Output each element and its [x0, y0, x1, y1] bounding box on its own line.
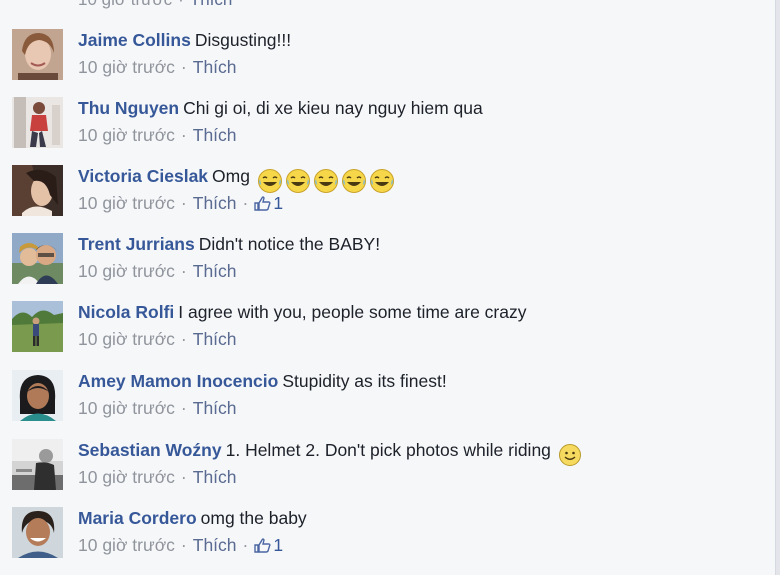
laughing-crying-emoji — [313, 169, 338, 194]
emoji-group — [558, 442, 584, 467]
separator-dot: · — [180, 261, 187, 281]
comment-meta: 10 giờ trước · Thích — [78, 327, 237, 351]
comment-meta: 10 giờ trước · Thích — [78, 55, 237, 79]
comment-text: I agree with you, people some time are c… — [178, 302, 527, 322]
thumbs-up-icon — [254, 538, 271, 553]
comment-body: Maria Cordero omg the baby — [78, 506, 307, 530]
comment-item: Nicola Rolfi I agree with you, people som… — [12, 301, 752, 357]
like-count-value: 1 — [273, 193, 284, 213]
comment-body: Victoria Cieslak Omg — [78, 164, 397, 194]
avatar[interactable] — [12, 233, 63, 284]
comment-item: Thu Nguyen Chi gi oi, di xe kieu nay nguy… — [12, 97, 752, 153]
comment-meta: 10 giờ trước · Thích · 1 — [78, 191, 283, 215]
separator-dot: · — [180, 535, 187, 555]
comment-text: 1. Helmet 2. Don't pick photos while rid… — [225, 440, 551, 460]
like-link[interactable]: Thích — [193, 535, 237, 555]
separator-dot: · — [180, 193, 187, 213]
comment-time[interactable]: 10 giờ trước — [78, 193, 175, 213]
avatar[interactable] — [12, 165, 63, 216]
avatar[interactable] — [12, 507, 63, 558]
comment-time[interactable]: 10 giờ trước — [78, 261, 175, 281]
comment-item: Trent Jurrians Didn't notice the BABY! 10… — [12, 233, 752, 289]
avatar[interactable] — [12, 97, 63, 148]
comment-author-link[interactable]: Trent Jurrians — [78, 234, 195, 254]
avatar[interactable] — [12, 439, 63, 490]
like-link[interactable]: Thích — [193, 329, 237, 349]
laughing-crying-emoji — [285, 169, 310, 194]
comment-body: Thu Nguyen Chi gi oi, di xe kieu nay nguy… — [78, 96, 483, 120]
comment-author-link[interactable]: Thu Nguyen — [78, 98, 179, 118]
comment-meta: 10 giờ trước · Thích · 1 — [78, 533, 283, 557]
separator-dot: · — [180, 57, 187, 77]
separator-dot: · — [180, 467, 187, 487]
laughing-crying-emoji — [369, 169, 394, 194]
like-link[interactable]: Thích — [193, 57, 237, 77]
separator-dot: · — [180, 125, 187, 145]
comment-author-link[interactable]: Victoria Cieslak — [78, 166, 208, 186]
comment-thread: 10 giờ trước·Thích Jaime CollinsDisgusti… — [0, 0, 780, 575]
like-link[interactable]: Thích — [190, 0, 233, 9]
like-link[interactable]: Thích — [193, 467, 237, 487]
separator-dot: · — [178, 0, 184, 9]
comment-meta: 10 giờ trước · Thích — [78, 123, 237, 147]
comment-text: Stupidity as its finest! — [282, 371, 447, 391]
comment-time[interactable]: 10 giờ trước — [78, 467, 175, 487]
comment-text: Chi gi oi, di xe kieu nay nguy hiem qua — [183, 98, 483, 118]
comment-body: Jaime Collins Disgusting!!! — [78, 28, 291, 52]
comment-time[interactable]: 10 giờ trước — [78, 125, 175, 145]
separator-dot: · — [242, 535, 249, 555]
partial-comment-meta: 10 giờ trước · Thích — [78, 0, 232, 10]
comment-item: Sebastian Woźny 1. Helmet 2. Don't pick p… — [12, 439, 752, 495]
separator-dot: · — [180, 398, 187, 418]
comment-author-link[interactable]: Maria Cordero — [78, 508, 197, 528]
comment-time[interactable]: 10 giờ trước — [78, 0, 172, 9]
like-link[interactable]: Thích — [193, 261, 237, 281]
comment-item: Victoria Cieslak Omg 10 giờ trước · Thích · 1 — [12, 165, 752, 221]
comment-time[interactable]: 10 giờ trước — [78, 398, 175, 418]
comment-meta: 10 giờ trước · Thích — [78, 465, 237, 489]
scrollbar-track[interactable] — [775, 0, 780, 575]
like-count[interactable]: 1 — [254, 535, 283, 555]
comment-text: Didn't notice the BABY! — [198, 234, 381, 254]
avatar[interactable] — [12, 301, 63, 352]
comment-item: Maria Cordero omg the baby 10 giờ trước · T… — [12, 507, 752, 563]
separator-dot: · — [180, 329, 187, 349]
like-count-value: 1 — [273, 535, 284, 555]
smile-emoji — [558, 444, 581, 467]
like-link[interactable]: Thích — [193, 125, 237, 145]
comment-item: Amey Mamon Inocencio Stupidity as its fin… — [12, 370, 752, 426]
comment-item: Jaime Collins Disgusting!!! 10 giờ trước ·… — [12, 29, 752, 85]
comment-author-link[interactable]: Sebastian Woźny — [78, 440, 222, 460]
avatar[interactable] — [12, 370, 63, 421]
avatar[interactable] — [12, 29, 63, 80]
comment-meta: 10 giờ trước · Thích — [78, 259, 237, 283]
comment-body: Nicola Rolfi I agree with you, people som… — [78, 300, 527, 324]
like-count[interactable]: 1 — [254, 193, 283, 213]
thumbs-up-icon — [254, 196, 271, 211]
comment-author-link[interactable]: Amey Mamon Inocencio — [78, 371, 278, 391]
like-link[interactable]: Thích — [193, 193, 237, 213]
comment-author-link[interactable]: Jaime Collins — [78, 30, 191, 50]
laughing-crying-emoji — [341, 169, 366, 194]
separator-dot: · — [242, 193, 249, 213]
comment-body: Amey Mamon Inocencio Stupidity as its fin… — [78, 369, 447, 393]
comment-text: Omg — [212, 166, 250, 186]
comment-text: Disgusting!!! — [194, 30, 292, 50]
comment-text: omg the baby — [200, 508, 307, 528]
like-link[interactable]: Thích — [193, 398, 237, 418]
comment-author-link[interactable]: Nicola Rolfi — [78, 302, 174, 322]
comment-body: Sebastian Woźny 1. Helmet 2. Don't pick p… — [78, 438, 584, 467]
comment-body: Trent Jurrians Didn't notice the BABY! — [78, 232, 380, 256]
comment-time[interactable]: 10 giờ trước — [78, 329, 175, 349]
comment-meta: 10 giờ trước · Thích — [78, 396, 237, 420]
comment-time[interactable]: 10 giờ trước — [78, 535, 175, 555]
comment-time[interactable]: 10 giờ trước — [78, 57, 175, 77]
